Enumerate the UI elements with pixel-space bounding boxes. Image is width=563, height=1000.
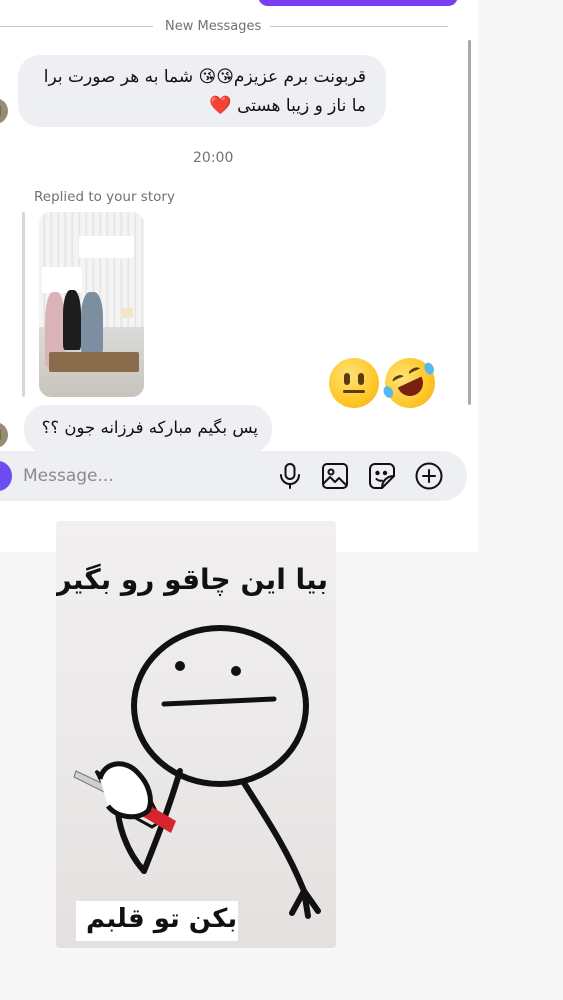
message-input[interactable]: Message... <box>23 466 114 486</box>
meme-caption-bottom: بکن تو قلبم <box>86 904 238 934</box>
microphone-icon[interactable] <box>275 461 305 491</box>
story-text-card <box>79 236 134 258</box>
new-messages-divider: New Messages <box>165 19 262 34</box>
avatar[interactable] <box>0 422 8 448</box>
scrollbar[interactable] <box>468 40 471 405</box>
story-thumbnail[interactable] <box>39 212 144 397</box>
story-lamp <box>121 308 133 318</box>
divider-line-left <box>0 26 153 27</box>
image-icon[interactable] <box>320 461 350 491</box>
heart-icon: ❤️ <box>209 95 232 116</box>
camera-button[interactable] <box>0 461 12 491</box>
add-icon[interactable] <box>414 461 444 491</box>
neutral-face-emoji-icon[interactable] <box>329 358 379 408</box>
message-line-2-text: ما ناز و زیبا هستی <box>237 96 366 116</box>
story-person <box>63 290 81 350</box>
message-line-2: ما ناز و زیبا هستی ❤️ <box>209 95 366 116</box>
meme-image[interactable]: بیا این چاقو رو بگیر بکن تو قلبم <box>56 521 336 948</box>
divider-line-right <box>270 26 448 27</box>
replied-to-story-label: Replied to your story <box>34 189 175 205</box>
sent-message-bubble-edge[interactable] <box>258 0 458 6</box>
chat-panel: New Messages قربونت برم عزیزم😘😘 شما به ه… <box>0 0 478 552</box>
sticker-icon[interactable] <box>367 461 397 491</box>
meme-caption-top: بیا این چاقو رو بگیر <box>56 563 328 596</box>
message-line-1: قربونت برم عزیزم😘😘 شما به هر صورت برا <box>43 67 366 87</box>
message-timestamp: 20:00 <box>193 150 234 166</box>
message-text: پس بگیم مبارکه فرزانه جون ؟؟ <box>41 418 258 437</box>
message-composer: Message... <box>0 451 467 501</box>
reply-indicator-bar <box>22 212 25 397</box>
incoming-message-bubble[interactable]: قربونت برم عزیزم😘😘 شما به هر صورت برا ما… <box>18 55 386 127</box>
avatar[interactable] <box>0 98 8 124</box>
rolling-laughing-emoji-icon[interactable] <box>376 349 444 417</box>
story-table <box>49 352 139 372</box>
story-text-card <box>42 267 82 293</box>
incoming-message-bubble[interactable]: پس بگیم مبارکه فرزانه جون ؟؟ <box>24 405 272 453</box>
story-person <box>81 292 103 354</box>
